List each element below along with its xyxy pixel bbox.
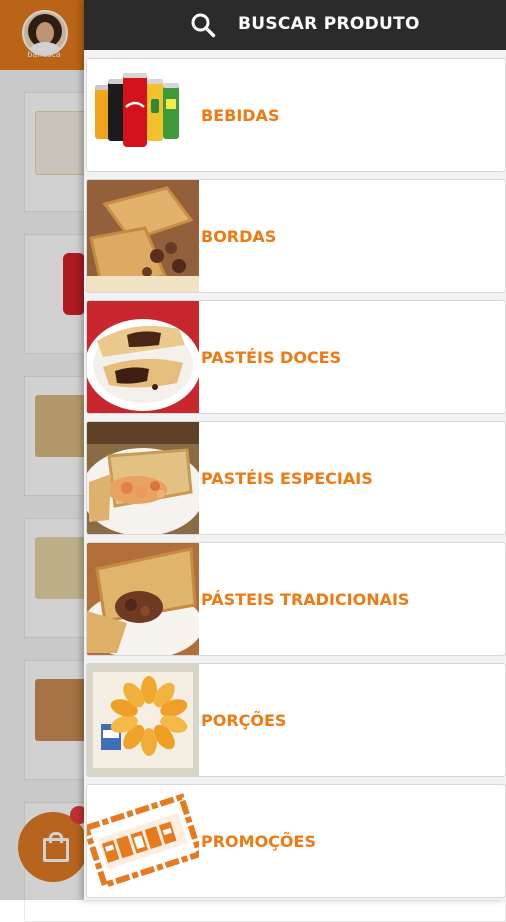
category-item-pasteis-especiais[interactable]: PASTÉIS ESPECIAIS (86, 421, 506, 535)
promo-stamp-image (87, 785, 199, 897)
category-item-bebidas[interactable]: BEBIDAS (86, 58, 506, 172)
search-button[interactable]: BUSCAR PRODUTO (84, 0, 506, 50)
category-label: BORDAS (201, 226, 277, 246)
category-drawer: BUSCAR PRODUTO BEBIDAS BORDAS PASTÉIS DO… (84, 0, 506, 900)
category-label: PASTÉIS ESPECIAIS (201, 468, 373, 488)
category-item-pasteis-tradicionais[interactable]: PÁSTEIS TRADICIONAIS (86, 542, 506, 656)
soda-cans-image (87, 59, 199, 171)
category-item-porcoes[interactable]: PORÇÕES (86, 663, 506, 777)
category-label: BEBIDAS (201, 105, 280, 125)
search-label: BUSCAR PRODUTO (238, 14, 420, 34)
shrimp-pastry-image (87, 422, 199, 534)
pastry-borders-image (87, 180, 199, 292)
fried-pastry-platter-image (87, 664, 199, 776)
chocolate-pastries-image (87, 301, 199, 413)
category-label: PROMOÇÕES (201, 831, 316, 851)
category-label: PÁSTEIS TRADICIONAIS (201, 589, 410, 609)
category-item-bordas[interactable]: BORDAS (86, 179, 506, 293)
category-item-pasteis-doces[interactable]: PASTÉIS DOCES (86, 300, 506, 414)
category-item-promocoes[interactable]: PROMOÇÕES (86, 784, 506, 898)
category-label: PORÇÕES (201, 710, 287, 730)
meat-pastry-image (87, 543, 199, 655)
search-icon (191, 13, 216, 38)
category-label: PASTÉIS DOCES (201, 347, 342, 367)
